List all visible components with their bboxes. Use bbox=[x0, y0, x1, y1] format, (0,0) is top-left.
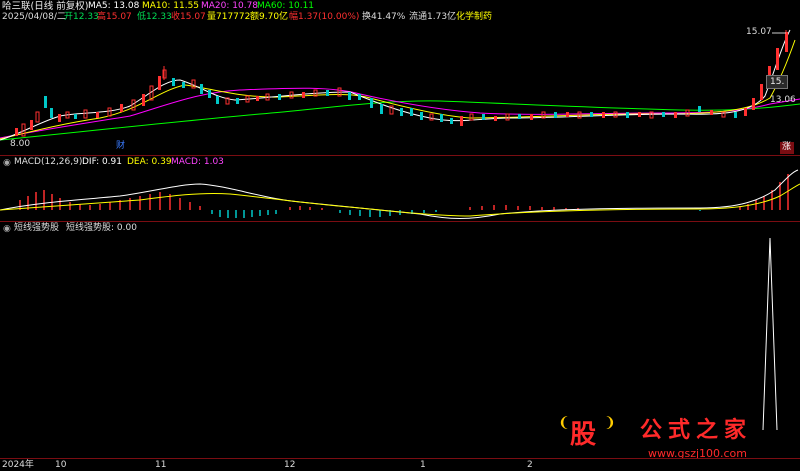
low-price-mark: 8.00 bbox=[10, 139, 31, 149]
macd-histogram bbox=[19, 174, 789, 218]
x-axis-label-jan: 1 bbox=[420, 460, 426, 470]
horn-left-icon: ❨ bbox=[558, 415, 570, 431]
x-axis-label-oct: 10 bbox=[55, 460, 67, 470]
x-axis-label-year: 2024年 bbox=[2, 460, 34, 470]
right-axis-mid: 13.06 bbox=[770, 95, 796, 105]
price-chart[interactable] bbox=[0, 0, 800, 155]
macd-panel-icon[interactable]: ◉ bbox=[3, 158, 11, 169]
watermark-brand: 公式之家 bbox=[640, 418, 753, 443]
x-axis-label-nov: 11 bbox=[155, 460, 167, 470]
indicator-value: 短线强势股: 0.00 bbox=[66, 223, 137, 233]
watermark-logo: 股 ❨ ❩ bbox=[558, 415, 616, 456]
macd-title: MACD(12,26,9) bbox=[14, 157, 83, 167]
price-macd-separator bbox=[0, 155, 800, 156]
x-axis-label-feb: 2 bbox=[527, 460, 533, 470]
cai-marker[interactable]: 财 bbox=[116, 141, 125, 152]
x-axis-line bbox=[0, 458, 800, 459]
indicator-title: 短线强势股 bbox=[14, 223, 60, 233]
candles bbox=[15, 30, 788, 137]
watermark-logo-char: 股 bbox=[570, 420, 597, 450]
right-axis-top: 15. bbox=[766, 75, 789, 89]
ma5-line bbox=[0, 29, 791, 141]
macd-value: MACD: 1.03 bbox=[171, 157, 224, 167]
macd-indicator-separator bbox=[0, 221, 800, 222]
indicator-panel-icon[interactable]: ◉ bbox=[3, 224, 11, 235]
macd-dif: DIF: 0.91 bbox=[82, 157, 122, 167]
macd-dea-line bbox=[0, 183, 800, 217]
x-axis-label-dec: 12 bbox=[284, 460, 296, 470]
indicator-spike bbox=[762, 237, 778, 431]
horn-right-icon: ❩ bbox=[604, 415, 616, 431]
high-price-mark: 15.07 bbox=[746, 27, 772, 37]
macd-dif-line bbox=[0, 169, 799, 219]
macd-dea: DEA: 0.39 bbox=[127, 157, 172, 167]
ma10-line bbox=[0, 39, 796, 140]
zhang-marker-label: 涨 bbox=[782, 142, 792, 152]
